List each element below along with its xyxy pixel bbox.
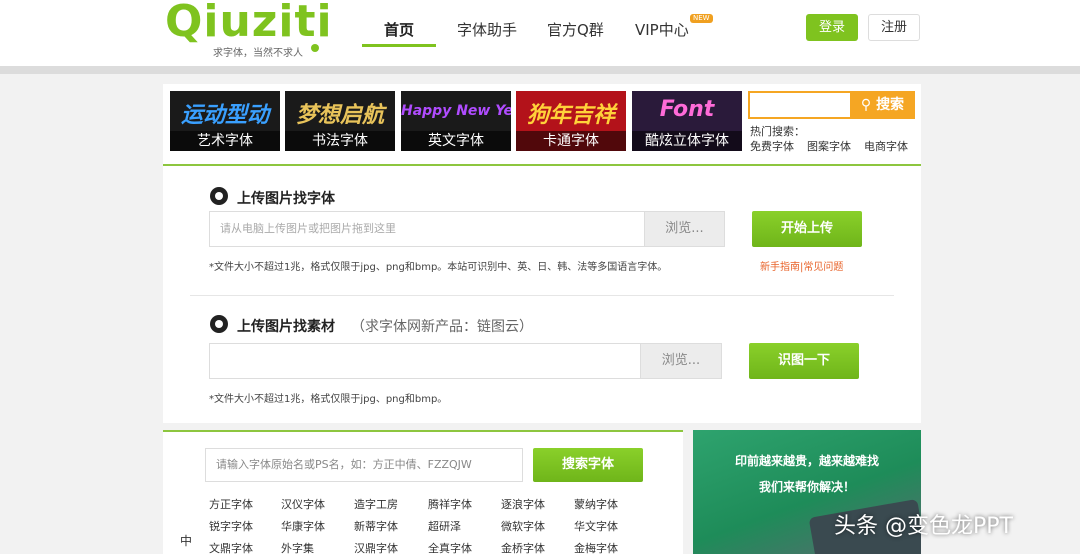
font-brand-link[interactable]: 锐字字体 [209, 518, 253, 534]
site-search-button-label: 搜索 [876, 97, 905, 113]
font-brand-link[interactable]: 蒙纳字体 [574, 496, 618, 512]
category-label: 酷炫立体字体 [632, 131, 742, 151]
category-card-calligraphy[interactable]: 梦想启航 书法字体 [285, 91, 395, 151]
section-divider [190, 295, 894, 296]
start-upload-button[interactable]: 开始上传 [752, 211, 862, 247]
font-brand-link[interactable]: 全真字体 [428, 540, 472, 554]
font-brand-link[interactable]: 华康字体 [281, 518, 325, 534]
upload-font-note: *文件大小不超过1兆，格式仅限于jpg、png和bmp。本站可识别中、英、日、韩… [209, 262, 668, 273]
site-logo[interactable]: Qiuziti 求字体，当然不求人 [165, 0, 332, 60]
upload-material-subtitle: （求字体网新产品：链图云） [351, 319, 533, 335]
font-brand-link[interactable]: 文鼎字体 [209, 540, 253, 554]
material-finder-icon [210, 315, 228, 333]
upload-panel: 上传图片找字体 请从电脑上传图片或把图片拖到这里 浏览... 开始上传 *文件大… [163, 166, 921, 423]
font-finder-icon [210, 187, 228, 205]
upload-material-browse-button[interactable]: 浏览... [640, 343, 722, 379]
font-brand-link[interactable]: 汉鼎字体 [354, 540, 398, 554]
category-card-english[interactable]: Happy New Year 英文字体 [401, 91, 511, 151]
upload-material-file-field[interactable] [209, 343, 641, 379]
search-icon: ⚲ [860, 97, 872, 113]
upload-font-file-field[interactable]: 请从电脑上传图片或把图片拖到这里 [209, 211, 645, 247]
logo-dot-icon [311, 44, 319, 52]
font-brand-link[interactable]: 新蒂字体 [354, 518, 398, 534]
font-name-input[interactable]: 请输入字体原始名或PS名，如：方正中倩、FZZQJW [205, 448, 523, 482]
top-header: Qiuziti 求字体，当然不求人 首页 字体助手 官方Q群 VIP中心 NEW… [0, 0, 1080, 66]
category-label: 卡通字体 [516, 131, 626, 151]
nav-active-indicator [362, 44, 436, 47]
watermark: 头条 @变色龙PPT [834, 514, 1013, 539]
logo-wordmark: Qiuziti [165, 0, 333, 47]
category-panel: 运动型动 艺术字体 梦想启航 书法字体 Happy New Year 英文字体 … [163, 84, 921, 166]
logo-tagline: 求字体，当然不求人 [213, 48, 303, 59]
hot-search-link[interactable]: 电商字体 [864, 138, 908, 154]
recognize-image-button[interactable]: 识图一下 [749, 343, 859, 379]
font-name-search-panel: 请输入字体原始名或PS名，如：方正中倩、FZZQJW 搜索字体 方正字体 汉仪字… [163, 430, 683, 554]
site-search-button[interactable]: ⚲ 搜索 [850, 91, 915, 119]
font-brand-link[interactable]: 超研泽 [428, 518, 461, 534]
category-label: 书法字体 [285, 131, 395, 151]
hot-search-link[interactable]: 图案字体 [807, 138, 851, 154]
nav-font-helper[interactable]: 字体助手 [457, 19, 517, 40]
side-char: 中 [180, 534, 193, 548]
category-label: 艺术字体 [170, 131, 280, 151]
category-art-preview: 运动型动 [180, 103, 269, 128]
font-brand-link[interactable]: 造字工房 [354, 496, 398, 512]
font-brand-link[interactable]: 方正字体 [209, 496, 253, 512]
category-art-preview: Font [659, 97, 715, 122]
register-button[interactable]: 注册 [868, 14, 920, 41]
font-brand-link[interactable]: 外字集 [281, 540, 314, 554]
site-search-input[interactable] [748, 91, 852, 119]
hot-search-label: 热门搜索： [750, 125, 805, 138]
hot-search-link[interactable]: 免费字体 [750, 138, 794, 154]
header-divider [0, 66, 1080, 74]
upload-material-note: *文件大小不超过1兆，格式仅限于jpg、png和bmp。 [209, 394, 448, 405]
category-art-preview: 狗年吉祥 [526, 103, 615, 128]
category-card-art[interactable]: 运动型动 艺术字体 [170, 91, 280, 151]
nav-vip-center[interactable]: VIP中心 [635, 19, 689, 40]
promo-line-2: 我们来帮你解决！ [758, 480, 855, 494]
font-brand-link[interactable]: 微软字体 [501, 518, 545, 534]
upload-font-browse-button[interactable]: 浏览... [644, 211, 725, 247]
promo-line-1: 印前越来越贵，越来越难找 [734, 454, 879, 468]
font-brand-link[interactable]: 腾祥字体 [428, 496, 472, 512]
nav-qq-group[interactable]: 官方Q群 [547, 19, 604, 40]
category-art-preview: 梦想启航 [295, 103, 384, 128]
nav-home[interactable]: 首页 [384, 19, 414, 40]
category-card-3d[interactable]: Font 酷炫立体字体 [632, 91, 742, 151]
upload-material-title: 上传图片找素材 [237, 319, 335, 335]
help-links[interactable]: 新手指南|常见问题 [760, 258, 843, 273]
font-brand-link[interactable]: 汉仪字体 [281, 496, 325, 512]
new-badge: NEW [690, 14, 713, 23]
font-brand-link[interactable]: 金桥字体 [501, 540, 545, 554]
login-button[interactable]: 登录 [806, 14, 858, 41]
font-brand-link[interactable]: 华文字体 [574, 518, 618, 534]
category-art-preview: Happy New Year [401, 103, 511, 119]
search-font-button[interactable]: 搜索字体 [533, 448, 643, 482]
upload-font-title: 上传图片找字体 [237, 191, 335, 207]
category-card-cartoon[interactable]: 狗年吉祥 卡通字体 [516, 91, 626, 151]
category-label: 英文字体 [401, 131, 511, 151]
font-brand-link[interactable]: 逐浪字体 [501, 496, 545, 512]
font-brand-link[interactable]: 金梅字体 [574, 540, 618, 554]
